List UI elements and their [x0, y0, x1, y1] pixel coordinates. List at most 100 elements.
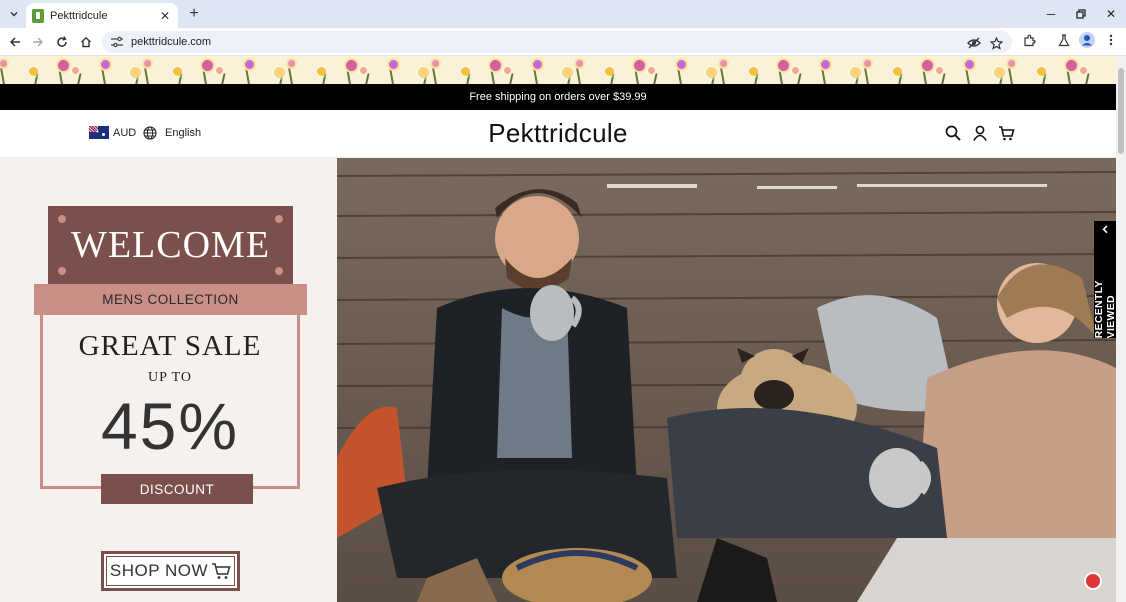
announcement-text: Free shipping on orders over $39.99: [469, 91, 647, 103]
announcement-bar: Free shipping on orders over $39.99: [0, 84, 1116, 110]
flower-decoration: [1037, 67, 1046, 76]
hero-section: WELCOME MENS COLLECTION GREAT SALE UP TO…: [0, 158, 1117, 602]
flower-decoration: [202, 60, 213, 71]
flower-decoration: [346, 60, 357, 71]
flower-decoration: [173, 67, 182, 76]
flower-decoration: [677, 60, 686, 69]
profile-avatar-icon[interactable]: [1079, 32, 1095, 48]
chevron-left-icon: [1101, 225, 1107, 234]
page-scrollbar[interactable]: [1116, 56, 1126, 602]
flower-decoration: [864, 60, 871, 67]
arrow-right-icon: [33, 37, 44, 47]
flower-stem: [364, 73, 370, 84]
browser-tab[interactable]: Pekttridcule ✕: [26, 3, 178, 28]
flower-stem: [719, 66, 726, 84]
flower-decoration: [418, 67, 429, 78]
tab-search-dropdown[interactable]: [4, 4, 24, 24]
shop-now-label: SHOP NOW: [109, 561, 209, 580]
back-button[interactable]: [5, 32, 25, 52]
flower-decoration: [389, 60, 398, 69]
flower-stem: [940, 73, 946, 84]
scrollbar-thumb[interactable]: [1118, 68, 1124, 154]
flower-stem: [863, 66, 870, 84]
decorative-dot: [275, 267, 283, 275]
flower-stem: [220, 73, 226, 84]
flower-decoration: [936, 67, 943, 74]
flower-decoration: [706, 67, 717, 78]
flower-decoration: [821, 60, 830, 69]
decorative-dot: [58, 267, 66, 275]
help-widget-icon[interactable]: [1084, 572, 1102, 590]
tab-close-icon[interactable]: ✕: [156, 9, 174, 23]
flower-decoration: [778, 60, 789, 71]
decorative-dot: [58, 215, 66, 223]
flower-stem: [1084, 73, 1090, 84]
restore-button[interactable]: [1066, 4, 1096, 24]
flower-decoration: [360, 67, 367, 74]
forward-button[interactable]: [28, 32, 48, 52]
flower-stem: [652, 73, 658, 84]
minimize-button[interactable]: ─: [1036, 4, 1066, 24]
floral-banner: [0, 56, 1116, 84]
browser-menu-icon[interactable]: [1103, 32, 1119, 48]
shop-now-button[interactable]: SHOP NOW: [101, 551, 240, 591]
flower-decoration: [144, 60, 151, 67]
flower-decoration: [504, 67, 511, 74]
site-info-icon[interactable]: [110, 36, 124, 48]
flower-decoration: [72, 67, 79, 74]
flower-decoration: [850, 67, 861, 78]
flower-stem: [143, 66, 150, 84]
flower-stem: [575, 66, 582, 84]
arrow-left-icon: [9, 37, 20, 47]
flower-decoration: [792, 67, 799, 74]
flower-decoration: [1008, 60, 1015, 67]
flower-decoration: [317, 67, 326, 76]
flower-decoration: [216, 67, 223, 74]
flower-decoration: [58, 60, 69, 71]
user-icon[interactable]: [971, 124, 989, 142]
flower-decoration: [634, 60, 645, 71]
new-tab-button[interactable]: +: [184, 4, 204, 24]
discount-percent: 45%: [100, 389, 240, 463]
flower-decoration: [29, 67, 38, 76]
recently-viewed-tab[interactable]: RECENTLY VIEWED: [1093, 221, 1117, 338]
tracking-protection-icon[interactable]: [966, 35, 982, 51]
flower-stem: [796, 73, 802, 84]
flower-stem: [431, 66, 438, 84]
flower-decoration: [562, 67, 573, 78]
bookmark-star-icon[interactable]: [988, 35, 1004, 51]
decorative-dot: [275, 215, 283, 223]
welcome-banner: WELCOME: [48, 206, 293, 284]
flower-decoration: [274, 67, 285, 78]
search-icon[interactable]: [944, 124, 962, 142]
sale-headline: GREAT SALE: [78, 330, 262, 362]
home-button[interactable]: [76, 32, 96, 52]
flower-stem: [76, 73, 82, 84]
reload-button[interactable]: [52, 32, 72, 52]
flower-decoration: [605, 67, 614, 76]
close-window-button[interactable]: ✕: [1096, 4, 1126, 24]
flower-decoration: [0, 60, 7, 67]
flower-decoration: [1080, 67, 1087, 74]
cart-icon[interactable]: [997, 124, 1015, 142]
extensions-icon[interactable]: [1021, 32, 1037, 48]
flower-decoration: [893, 67, 902, 76]
flower-decoration: [461, 67, 470, 76]
flower-decoration: [648, 67, 655, 74]
flower-stem: [508, 73, 514, 84]
flower-decoration: [101, 60, 110, 69]
flower-decoration: [130, 67, 141, 78]
flower-decoration: [432, 60, 439, 67]
flower-decoration: [245, 60, 254, 69]
address-bar[interactable]: pekttridcule.com: [102, 31, 1012, 53]
flower-decoration: [922, 60, 933, 71]
flower-decoration: [994, 67, 1005, 78]
home-icon: [81, 36, 91, 48]
browser-toolbar: pekttridcule.com: [0, 28, 1126, 56]
tab-title: Pekttridcule: [50, 9, 108, 22]
hero-lifestyle-photo: [337, 158, 1116, 602]
labs-flask-icon[interactable]: [1056, 32, 1072, 48]
flower-stem: [0, 66, 6, 84]
flower-decoration: [576, 60, 583, 67]
flower-decoration: [965, 60, 974, 69]
